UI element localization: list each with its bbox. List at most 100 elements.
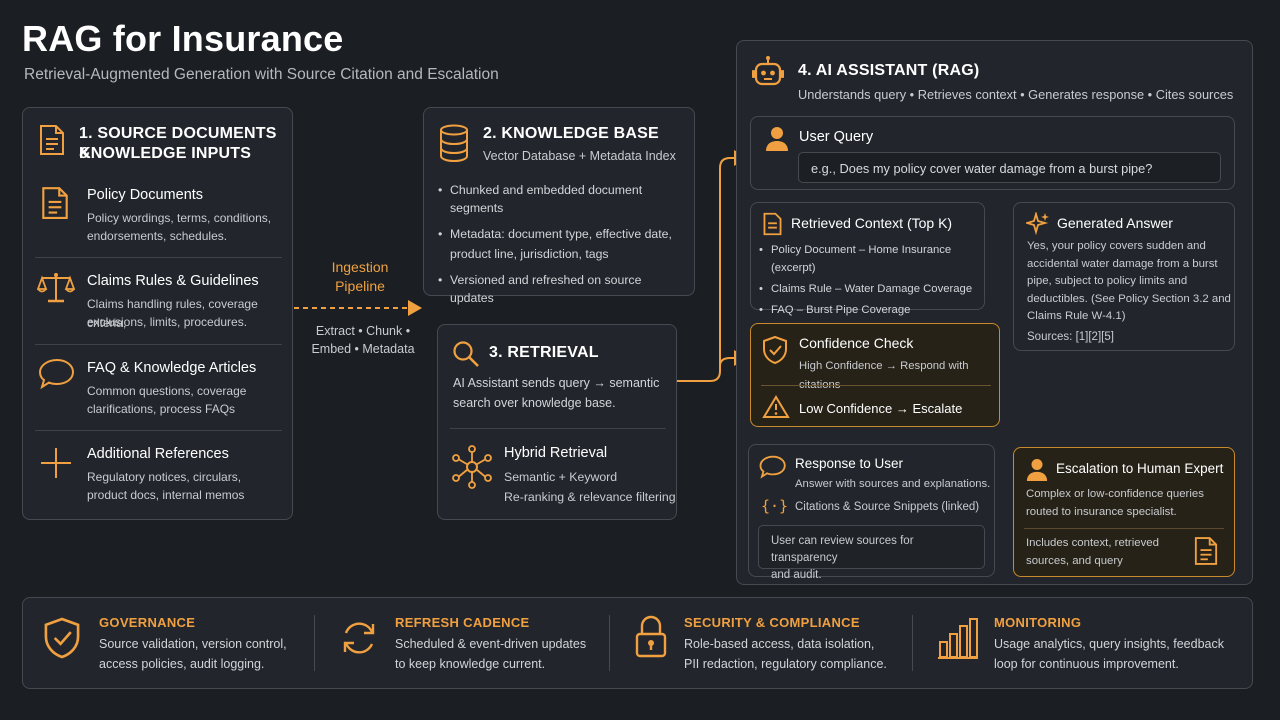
generated-answer-title: Generated Answer [1057, 215, 1173, 231]
database-icon [438, 124, 470, 162]
footer-text: Scheduled & event-driven updates [395, 637, 587, 651]
assistant-subtitle: Understands query • Retrieves context • … [798, 87, 1234, 102]
answer-line: accidental water damage from a burst [1027, 257, 1218, 270]
retrieved-context-panel: Retrieved Context (Top K) Policy Documen… [750, 202, 985, 319]
knowledge-base-subtitle: Vector Database + Metadata Index [483, 149, 676, 163]
source-item-desc: clarifications, process FAQs [87, 402, 236, 416]
response-note-line: User can review sources for transparency [771, 535, 914, 564]
response-citations[interactable]: Citations & Source Snippets (linked) [795, 498, 979, 517]
footer-text: access policies, audit logging. [99, 657, 265, 671]
user-query-input[interactable]: e.g., Does my policy cover water damage … [798, 152, 1221, 183]
knowledge-base-list: Chunked and embedded document segments M… [438, 181, 688, 313]
hybrid-retrieval-title: Hybrid Retrieval [504, 445, 608, 461]
document-icon [39, 124, 65, 156]
source-item-desc: product docs, internal memos [87, 488, 245, 502]
divider [609, 615, 610, 671]
shield-check-icon [43, 615, 81, 661]
ingestion-label: Ingestion Pipeline [300, 258, 420, 296]
footer-text: to keep knowledge current. [395, 657, 546, 671]
ingestion-steps-line2: Embed • Metadata [311, 342, 415, 356]
source-documents-panel: 1. SOURCE DOCUMENTS & KNOWLEDGE INPUTS P… [22, 107, 293, 520]
source-item-desc: Regulatory notices, circulars, [87, 470, 242, 484]
hybrid-retrieval-desc: Re-ranking & relevance filtering [504, 490, 676, 504]
source-item-desc: endorsements, schedules. [87, 229, 228, 243]
list-item: Versioned and refreshed on source update… [438, 271, 688, 307]
list-item-continuation: product line, jurisdiction, tags [450, 247, 609, 261]
source-item-desc: Common questions, coverage [87, 384, 247, 398]
retrieved-context-list: Policy Document – Home Insurance (excerp… [759, 241, 984, 325]
source-item-title: Policy Documents [87, 187, 204, 203]
list-item: Chunked and embedded document segments [438, 181, 688, 217]
footer-text: Role-based access, data isolation, [684, 637, 875, 651]
user-query-title: User Query [799, 129, 874, 145]
confidence-high: High Confidence → Respond with citations [799, 360, 969, 391]
magnifier-icon [452, 340, 480, 368]
person-icon [1026, 458, 1048, 482]
generated-answer-text: Yes, your policy covers sudden and accid… [1027, 238, 1231, 326]
source-item-title: Additional References [87, 446, 229, 462]
document-icon [1194, 536, 1218, 566]
robot-icon [751, 55, 785, 89]
escalation-note: Includes context, retrieved [1026, 537, 1159, 549]
response-note: User can review sources for transparency… [758, 525, 985, 581]
divider [35, 430, 282, 431]
list-item: Policy Document – Home Insurance (excerp… [759, 241, 984, 277]
divider [1024, 528, 1224, 529]
ingestion-steps: Extract • Chunk • Embed • Metadata [300, 322, 426, 358]
document-icon [763, 212, 782, 236]
divider [314, 615, 315, 671]
divider [35, 257, 282, 258]
footer-text: loop for continuous improvement. [994, 657, 1179, 671]
escalation-note: sources, and query [1026, 555, 1123, 567]
chat-bubble-icon [759, 454, 787, 480]
answer-line: deductibles. (See Policy Section 3.2 and [1027, 292, 1231, 305]
plus-icon [39, 446, 73, 480]
escalation-panel: Escalation to Human Expert Complex or lo… [1013, 447, 1235, 577]
confidence-check-panel: Confidence Check High Confidence → Respo… [750, 323, 1000, 427]
footer-text: PII redaction, regulatory compliance. [684, 657, 887, 671]
refresh-icon [339, 617, 379, 659]
escalation-desc: routed to insurance specialist. [1026, 506, 1177, 518]
user-query-panel: User Query e.g., Does my policy cover wa… [750, 116, 1235, 190]
answer-line: pipe, subject to policy limits and [1027, 275, 1188, 287]
response-title: Response to User [795, 456, 904, 471]
response-note-line: and audit. [771, 569, 822, 581]
list-item: FAQ – Burst Pipe Coverage [759, 301, 984, 319]
footer-title: SECURITY & COMPLIANCE [684, 615, 860, 630]
document-icon [41, 186, 69, 220]
hybrid-retrieval-desc: Semantic + Keyword [504, 470, 618, 484]
bar-chart-icon [937, 616, 979, 660]
retrieval-panel: 3. RETRIEVAL AI Assistant sends query → … [437, 324, 677, 520]
source-item-title: Claims Rules & Guidelines [87, 273, 259, 289]
ingestion-label-line2: Pipeline [335, 278, 385, 294]
chat-bubble-icon [38, 357, 76, 391]
answer-line: Yes, your policy covers sudden and [1027, 240, 1206, 252]
footer-text: Usage analytics, query insights, feedbac… [994, 637, 1224, 651]
list-item: Metadata: document type, effective date, [438, 225, 688, 243]
ingestion-steps-line1: Extract • Chunk • [315, 324, 411, 338]
footer-title: GOVERNANCE [99, 615, 196, 630]
lock-icon [634, 614, 668, 660]
retrieval-desc: AI Assistant sends query → semantic [453, 376, 660, 390]
response-desc: Answer with sources and explanations. [795, 478, 991, 490]
scales-icon [37, 270, 75, 306]
retrieved-context-title: Retrieved Context (Top K) [791, 215, 953, 231]
warning-icon [762, 395, 790, 419]
footer-title: REFRESH CADENCE [395, 615, 530, 630]
user-icon [765, 126, 789, 152]
code-braces-icon: {·} [761, 497, 789, 515]
divider [912, 615, 913, 671]
list-item: Claims Rule – Water Damage Coverage [759, 280, 984, 298]
divider [35, 344, 282, 345]
footer-text: Source validation, version control, [99, 637, 287, 651]
source-title-line2: KNOWLEDGE INPUTS [79, 145, 252, 162]
shield-check-icon [762, 335, 788, 365]
answer-sources: Sources: [1][2][5] [1027, 331, 1114, 343]
retrieval-desc: search over knowledge base. [453, 396, 616, 410]
footer-title: MONITORING [994, 615, 1082, 630]
response-to-user-panel: Response to User Answer with sources and… [748, 444, 995, 581]
escalation-desc: Complex or low-confidence queries [1026, 488, 1204, 500]
confidence-low: Low Confidence → Escalate [799, 401, 963, 416]
footer-bar: GOVERNANCE Source validation, version co… [22, 597, 1253, 689]
divider [761, 385, 991, 386]
